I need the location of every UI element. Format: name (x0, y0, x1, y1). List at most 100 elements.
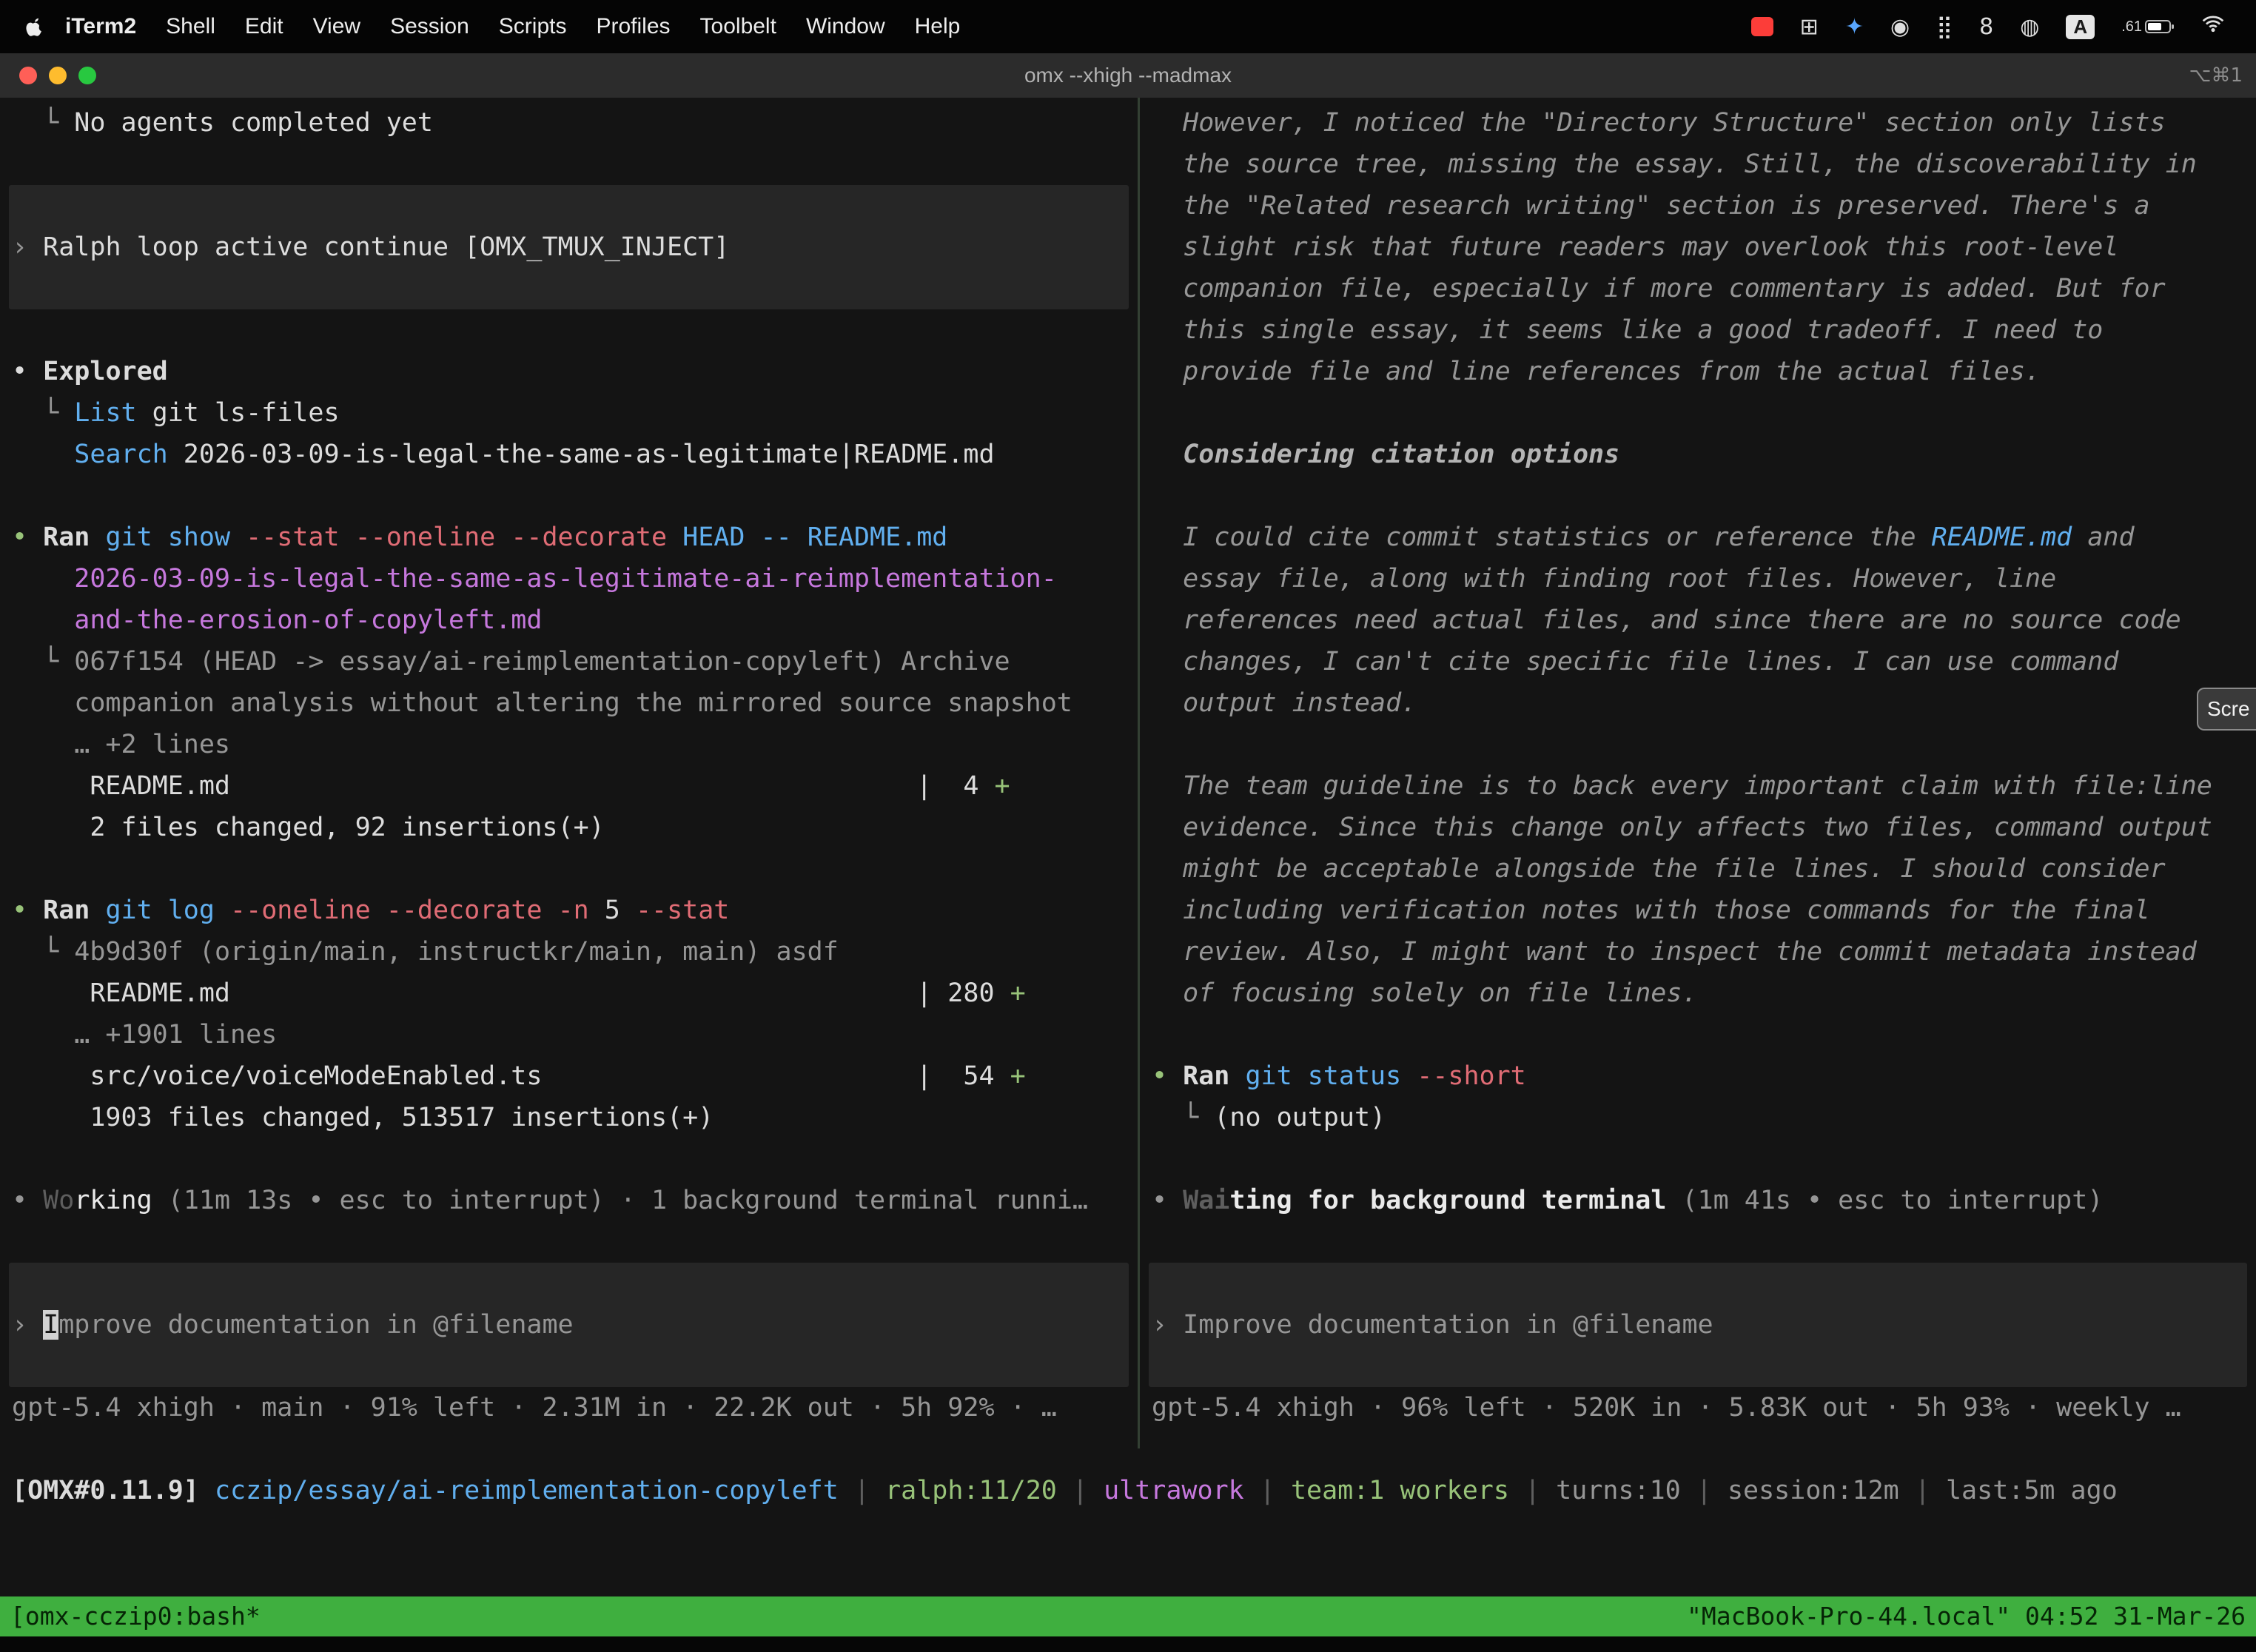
box-line: › Improve documentation in @filename (12, 1304, 574, 1346)
screen-share-notification[interactable]: Scre (2197, 688, 2256, 731)
text-segment: └ (1152, 1103, 1214, 1132)
battery-percent: .61 (2121, 19, 2142, 36)
menu-item-edit[interactable]: Edit (230, 14, 298, 39)
text-segment: Improve documentation in @filename (1183, 1310, 1713, 1340)
text-segment: | (1681, 1476, 1728, 1505)
text-segment: ralph:11/20 (885, 1476, 1057, 1505)
text-segment: mprove documentation in @filename (58, 1310, 573, 1340)
text-segment: of focusing solely on file lines. (1152, 978, 1698, 1008)
menu-item-shell[interactable]: Shell (151, 14, 230, 39)
terminal-line: including verification notes with those … (1152, 890, 2244, 931)
prompt-input[interactable]: › Improve documentation in @filename (9, 1263, 1129, 1387)
pane-right: However, I noticed the "Directory Struct… (1140, 98, 2256, 1448)
notification-text: Scre (2207, 697, 2250, 721)
menu-item-scripts[interactable]: Scripts (484, 14, 582, 39)
text-segment: git log (105, 896, 215, 925)
text-segment: Wo (43, 1186, 74, 1215)
pane-left: └ No agents completed yet › Ralph loop ac… (0, 98, 1138, 1448)
text-segment: | (1899, 1476, 1946, 1505)
menu-item-view[interactable]: View (298, 14, 375, 39)
terminal: └ No agents completed yet › Ralph loop ac… (0, 98, 2256, 1652)
terminal-line: Considering citation options (1152, 434, 2244, 475)
text-segment: -n (558, 896, 589, 925)
terminal-line: … +2 lines (12, 724, 1126, 765)
text-segment: | (1244, 1476, 1291, 1505)
text-segment: evidence. Since this change only affects… (1152, 813, 2212, 842)
blank-line (12, 475, 1126, 517)
box-line: › Ralph loop active continue [OMX_TMUX_I… (12, 226, 729, 268)
menu-item-iterm2[interactable]: iTerm2 (50, 14, 151, 39)
window-title-bar[interactable]: omx --xhigh --madmax ⌥⌘1 (0, 53, 2256, 98)
text-segment: 4b9d30f (origin/main, instructkr/main, m… (74, 937, 839, 967)
text-segment: companion analysis without altering the … (12, 688, 1072, 718)
text-segment: 2026-03-09-is-legal-the-same-as-legitima… (168, 440, 995, 469)
menu-item-window[interactable]: Window (791, 14, 900, 39)
text-segment: Considering citation options (1152, 440, 1619, 469)
window-grid-icon[interactable]: ⊞ (1800, 14, 1819, 40)
text-segment (199, 1476, 215, 1505)
text-segment: › (1152, 1310, 1183, 1340)
text-segment: 1903 files changed, 513517 insertions(+) (12, 1103, 714, 1132)
text-segment: Ran (43, 523, 90, 552)
text-segment: changes, I can't cite specific file line… (1152, 647, 2118, 676)
text-segment: (no output) (1214, 1103, 1386, 1132)
ralph-inject-banner[interactable]: › Ralph loop active continue [OMX_TMUX_I… (9, 185, 1129, 309)
text-segment (90, 523, 105, 552)
text-segment: Explored (43, 357, 168, 386)
terminal-line: of focusing solely on file lines. (1152, 973, 2244, 1014)
text-segment: └ (12, 937, 74, 967)
text-segment: --oneline --decorate (230, 896, 542, 925)
terminal-line: slight risk that future readers may over… (1152, 226, 2244, 268)
profile-icon[interactable]: ◍ (2020, 14, 2039, 40)
terminal-line: essay file, along with finding root file… (1152, 558, 2244, 600)
blank-line (1152, 392, 2244, 434)
menu-item-help[interactable]: Help (900, 14, 976, 39)
blank-line (1152, 1138, 2244, 1180)
blank-line (12, 1221, 1126, 1263)
terminal-line: └ (no output) (1152, 1097, 2244, 1138)
blank-line (12, 1138, 1126, 1180)
text-segment: … +1901 lines (12, 1020, 277, 1050)
text-segment: the "Related research writing" section i… (1152, 191, 2150, 221)
text-segment: (11m 13s • esc to interrupt) · 1 backgro… (152, 1186, 1088, 1215)
text-segment: • (1152, 1061, 1183, 1091)
dots-grid-icon[interactable]: ⣿ (1936, 14, 1953, 40)
text-segment: | (1509, 1476, 1556, 1505)
terminal-line: └ 067f154 (HEAD -> essay/ai-reimplementa… (12, 641, 1126, 682)
text-segment: • (12, 896, 43, 925)
text-segment: src/voice/voiceModeEnabled.ts | 54 (12, 1061, 1010, 1091)
app-icon-blue[interactable]: ✦ (1845, 14, 1864, 40)
menu-item-profiles[interactable]: Profiles (581, 14, 685, 39)
terminal-line: I could cite commit statistics or refere… (1152, 517, 2244, 558)
text-segment: --stat (636, 896, 729, 925)
text-segment: (1m 41s • esc to interrupt) (1666, 1186, 2103, 1215)
terminal-line: evidence. Since this change only affects… (1152, 807, 2244, 848)
terminal-line: and-the-erosion-of-copyleft.md (12, 600, 1126, 641)
input-source-icon[interactable]: A (2066, 15, 2095, 39)
stat-8-icon[interactable]: 8 (1979, 14, 1993, 40)
text-segment: No agents completed yet (74, 108, 433, 138)
text-segment: --short (1417, 1061, 1526, 1091)
prompt-input[interactable]: › Improve documentation in @filename (1149, 1263, 2247, 1387)
screen-recording-indicator[interactable] (1751, 17, 1773, 36)
text-segment: + (1010, 1061, 1026, 1091)
text-segment: cczip/essay/ai-reimplementation-copyleft (215, 1476, 839, 1505)
wifi-icon[interactable] (2201, 14, 2225, 39)
text-segment: › (12, 232, 43, 262)
terminal-line: provide file and line references from th… (1152, 351, 2244, 392)
battery-icon[interactable]: .61 (2121, 19, 2175, 36)
menu-item-toolbelt[interactable]: Toolbelt (685, 14, 791, 39)
terminal-line: • Ran git log --oneline --decorate -n 5 … (12, 890, 1126, 931)
menu-item-session[interactable]: Session (375, 14, 484, 39)
text-segment: rking (74, 1186, 152, 1215)
text-segment: [OMX#0.11.9] (12, 1476, 199, 1505)
text-segment: • (12, 523, 43, 552)
menu-status-icons: ⊞ ✦ ◉ ⣿ 8 ◍ A .61 (1751, 14, 2237, 40)
apple-menu-icon[interactable] (25, 16, 43, 37)
text-segment: Ran (1183, 1061, 1229, 1091)
text-segment (12, 440, 74, 469)
text-segment (230, 523, 246, 552)
text-segment: --stat --oneline --decorate (246, 523, 667, 552)
terminal-line: companion file, especially if more comme… (1152, 268, 2244, 309)
app-icon-round[interactable]: ◉ (1890, 14, 1910, 40)
